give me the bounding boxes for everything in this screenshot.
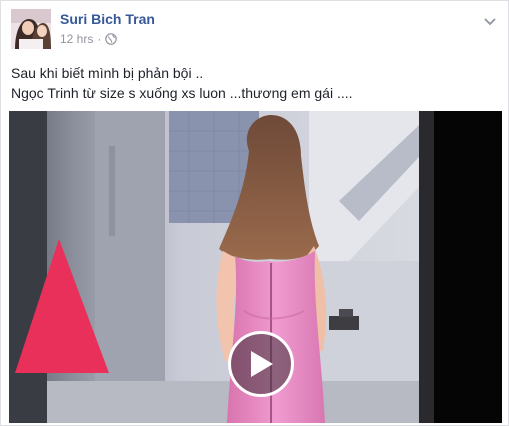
post-text: Sau khi biết mình bị phản bội .. Ngọc Tr… bbox=[11, 63, 501, 103]
globe-icon[interactable] bbox=[105, 33, 118, 45]
post-meta: 12 hrs · bbox=[60, 31, 118, 47]
avatar-photo bbox=[11, 9, 51, 49]
post-timestamp[interactable]: 12 hrs bbox=[60, 31, 93, 47]
post-text-line: Ngọc Trinh từ size s xuống xs luon ...th… bbox=[11, 85, 353, 101]
author-name[interactable]: Suri Bich Tran bbox=[60, 10, 155, 28]
chevron-down-icon[interactable] bbox=[484, 13, 496, 26]
author-avatar[interactable] bbox=[11, 9, 51, 49]
post-text-line: Sau khi biết mình bị phản bội .. bbox=[11, 65, 204, 81]
video-player[interactable] bbox=[9, 111, 502, 423]
play-button[interactable] bbox=[228, 331, 294, 397]
play-icon bbox=[251, 351, 273, 377]
facebook-post: Suri Bich Tran 12 hrs · Sau khi biết mìn… bbox=[0, 0, 509, 426]
meta-separator: · bbox=[97, 32, 102, 46]
